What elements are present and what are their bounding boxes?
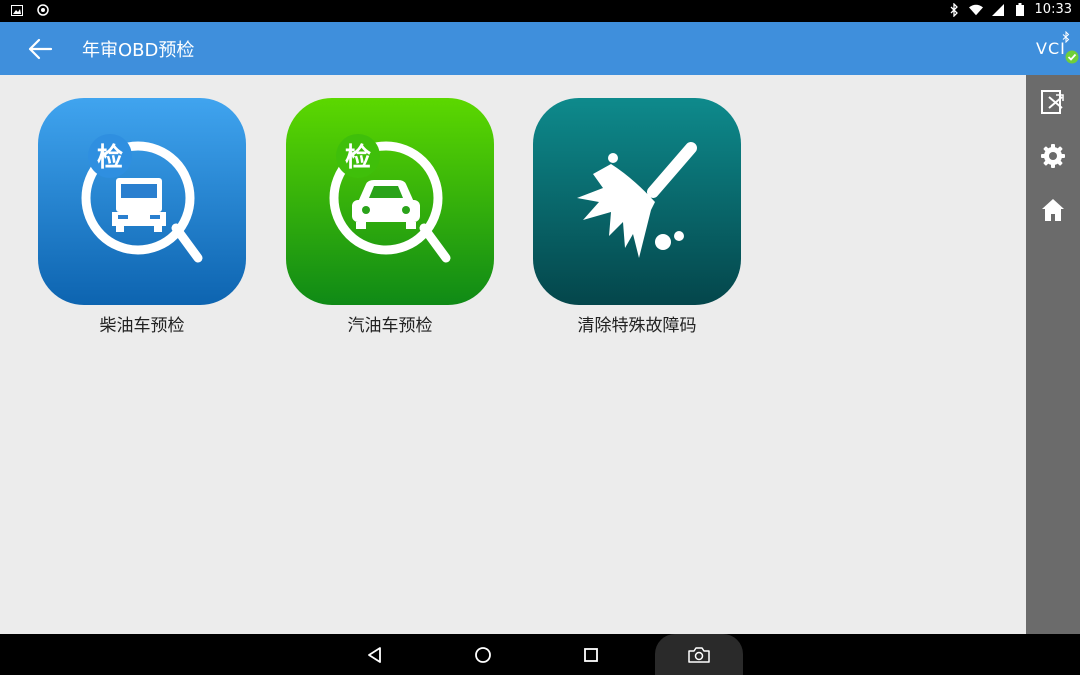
nav-home-button[interactable] xyxy=(470,642,496,668)
back-button[interactable] xyxy=(22,34,58,64)
tile-label: 清除特殊故障码 xyxy=(577,316,697,336)
battery-icon xyxy=(1013,3,1027,17)
tile-badge: 检 xyxy=(345,142,371,173)
app-bar: 年审OBD预检 xyxy=(0,22,1026,75)
tile-gasoline-precheck[interactable]: 检 汽油车预检 xyxy=(286,98,494,336)
wifi-icon xyxy=(968,3,983,17)
recents-square-icon xyxy=(584,648,598,662)
tile-label: 汽油车预检 xyxy=(347,316,433,336)
gear-icon xyxy=(1041,144,1065,168)
status-time: 10:33 xyxy=(1034,2,1072,17)
tile-clear-special-codes[interactable]: 清除特殊故障码 xyxy=(533,98,741,336)
broom-icon xyxy=(533,98,741,305)
shield-icon xyxy=(36,3,50,17)
bluetooth-icon xyxy=(947,2,961,17)
tile-label: 柴油车预检 xyxy=(99,316,185,336)
navigation-bar xyxy=(0,634,1080,675)
home-circle-icon xyxy=(475,647,491,663)
back-triangle-icon xyxy=(368,647,381,663)
tile-diesel-precheck[interactable]: 检 柴油车预检 xyxy=(38,98,246,336)
exit-icon xyxy=(1041,90,1064,114)
bluetooth-icon xyxy=(1062,31,1070,43)
screenshot-button[interactable] xyxy=(655,634,743,675)
status-bar: 10:33 xyxy=(0,0,1080,22)
arrow-left-icon xyxy=(28,38,53,60)
tile-badge: 检 xyxy=(97,142,123,173)
truck-magnifier-icon: 检 xyxy=(38,98,246,305)
settings-button[interactable] xyxy=(1039,142,1067,170)
page-title: 年审OBD预检 xyxy=(82,40,195,61)
image-icon xyxy=(10,3,24,17)
nav-recents-button[interactable] xyxy=(578,642,604,668)
car-magnifier-icon: 检 xyxy=(286,98,494,305)
check-icon xyxy=(1065,50,1079,64)
home-icon xyxy=(1042,199,1064,221)
camera-icon xyxy=(688,646,710,663)
side-panel: VCI xyxy=(1026,22,1080,634)
exit-button[interactable] xyxy=(1039,88,1067,116)
home-button[interactable] xyxy=(1039,196,1067,224)
signal-icon xyxy=(991,3,1005,17)
nav-back-button[interactable] xyxy=(362,642,388,668)
vci-status-button[interactable]: VCI xyxy=(1026,22,1080,75)
